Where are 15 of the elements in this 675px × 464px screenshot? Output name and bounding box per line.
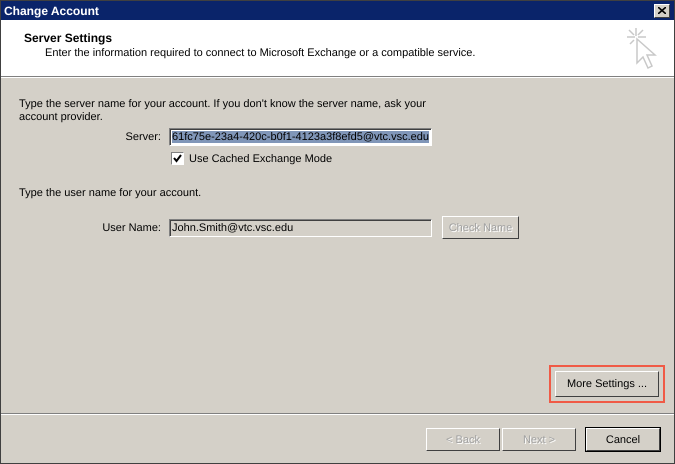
section-description: Enter the information required to connect to Microsoft Exchange or a compatible service. [44,47,476,59]
server-instruction: Type the server name for your account. If you don't know the server name, ask your account provider. [19,98,427,124]
user-name-label: User Name: [101,222,162,234]
more-settings-button[interactable]: More Settings ... [555,371,659,397]
wizard-button[interactable]: Cancel [586,428,660,451]
close-icon [658,7,666,14]
server-field[interactable]: 61fc75e-23a4-420c-b0f1-4123a3f8efd5@vtc.vsc.edu [169,128,432,146]
cached-mode-checkbox[interactable]: Use Cached Exchange Mode [171,152,660,165]
window-title: Change Account [4,4,99,18]
server-label: Server: [124,131,162,143]
checkmark-icon [173,154,182,163]
section-title: Server Settings [24,31,114,45]
close-button[interactable] [654,4,670,18]
user-instruction: Type the user name for your account. [19,187,202,200]
cursor-icon [624,26,660,72]
